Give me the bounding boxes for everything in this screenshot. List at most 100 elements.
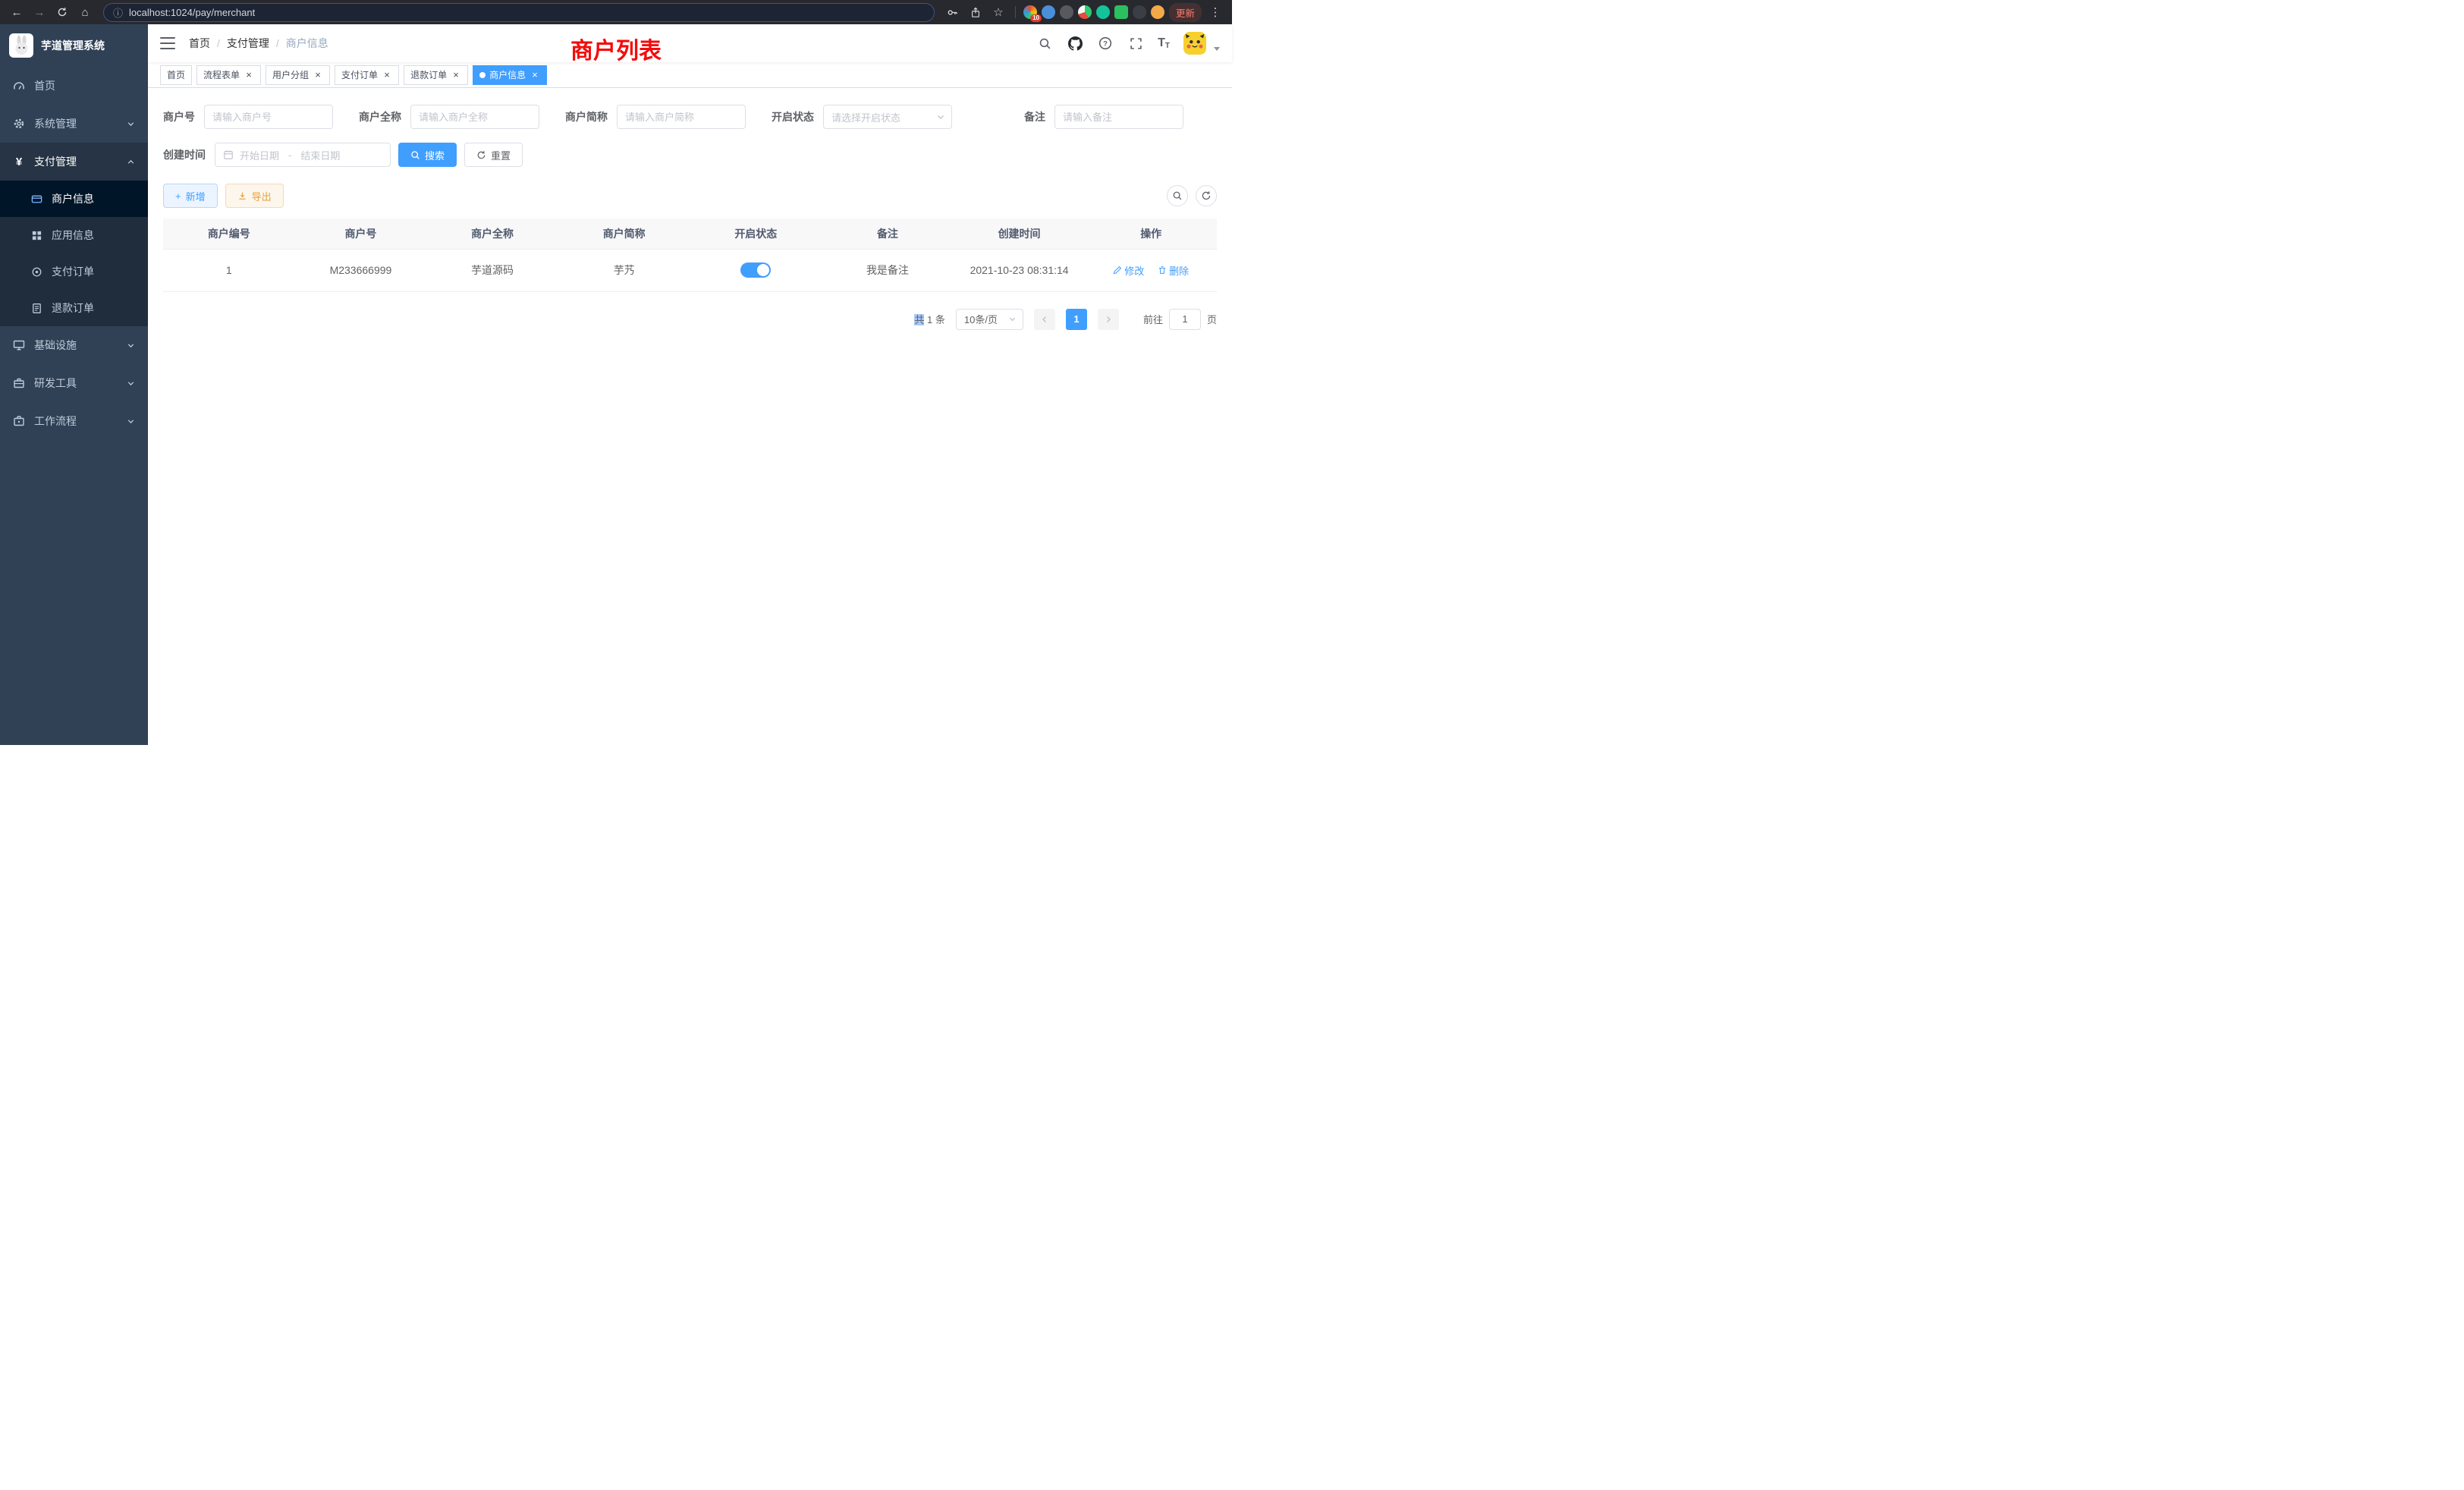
tab-pay-order[interactable]: 支付订单 × [335, 65, 399, 85]
sidebar-item-infra[interactable]: 基础设施 [0, 326, 148, 364]
hide-search-icon-button[interactable] [1167, 185, 1188, 206]
breadcrumb-pay[interactable]: 支付管理 [227, 36, 269, 51]
tab-merchant-info[interactable]: 商户信息 × [473, 65, 547, 85]
extension-icon[interactable] [1114, 5, 1128, 19]
briefcase-icon [13, 415, 25, 427]
browser-update-button[interactable]: 更新 [1169, 3, 1202, 22]
cell-merchant-id: 1 [163, 249, 295, 291]
font-size-big: T [1158, 36, 1165, 50]
remark-input[interactable] [1054, 105, 1183, 129]
extension-icon[interactable]: 10 [1023, 5, 1037, 19]
reset-button[interactable]: 重置 [464, 143, 523, 167]
pagination-total: 共 1 条 [914, 312, 945, 326]
prev-page-button[interactable] [1034, 309, 1055, 330]
sidebar-item-workflow[interactable]: 工作流程 [0, 402, 148, 440]
short-name-input[interactable] [617, 105, 746, 129]
filter-row-1: 商户号 商户全称 商户简称 开启状态 请选择开启状态 备注 [163, 105, 1217, 129]
sidebar-item-merchant-info[interactable]: 商户信息 [0, 181, 148, 217]
table-row: 1 M233666999 芋道源码 芋艿 我是备注 2021-10-23 08:… [163, 249, 1217, 291]
sidebar-item-app-info[interactable]: 应用信息 [0, 217, 148, 253]
status-toggle[interactable] [740, 262, 771, 278]
close-icon[interactable]: × [313, 70, 323, 80]
page-size-value: 10条/页 [964, 312, 998, 326]
tab-process-form[interactable]: 流程表单 × [196, 65, 261, 85]
bookmark-star-icon[interactable]: ☆ [989, 3, 1007, 21]
pagination: 共 1 条 10条/页 1 前往 页 [163, 309, 1217, 330]
filter-label: 商户简称 [565, 109, 608, 124]
share-icon[interactable] [966, 3, 985, 21]
cell-short-name: 芋艿 [558, 249, 690, 291]
extension-icon[interactable] [1096, 5, 1110, 19]
password-key-icon[interactable] [944, 3, 962, 21]
close-icon[interactable]: × [451, 70, 461, 80]
delete-link[interactable]: 删除 [1158, 263, 1189, 278]
date-range-picker[interactable]: 开始日期 - 结束日期 [215, 143, 391, 167]
sidebar-item-label: 退款订单 [52, 300, 94, 316]
tab-refund-order[interactable]: 退款订单 × [404, 65, 468, 85]
search-icon[interactable] [1036, 35, 1053, 52]
sidebar-item-label: 研发工具 [34, 376, 77, 391]
reload-icon[interactable] [53, 3, 71, 21]
breadcrumb-current: 商户信息 [286, 36, 328, 51]
search-button[interactable]: 搜索 [398, 143, 457, 167]
back-icon[interactable]: ← [8, 3, 26, 21]
svg-text:?: ? [1103, 39, 1108, 48]
close-icon[interactable]: × [530, 70, 540, 80]
sidebar-item-pay[interactable]: ¥ 支付管理 [0, 143, 148, 181]
pagination-goto: 前往 页 [1143, 309, 1217, 330]
app-logo[interactable]: 芋道管理系统 [0, 24, 148, 67]
tab-label: 流程表单 [203, 68, 240, 81]
status-select[interactable]: 请选择开启状态 [823, 105, 952, 129]
sidebar-item-dev-tools[interactable]: 研发工具 [0, 364, 148, 402]
sidebar-item-system[interactable]: 系统管理 [0, 105, 148, 143]
merchant-no-input[interactable] [204, 105, 333, 129]
page-size-select[interactable]: 10条/页 [956, 309, 1023, 330]
tab-label: 退款订单 [410, 68, 447, 81]
home-icon[interactable]: ⌂ [76, 3, 94, 21]
tab-user-group[interactable]: 用户分组 × [266, 65, 330, 85]
reset-button-label: 重置 [491, 148, 511, 162]
fullscreen-icon[interactable] [1127, 35, 1144, 52]
page-number-1[interactable]: 1 [1066, 309, 1087, 330]
forward-icon[interactable]: → [30, 3, 49, 21]
site-info-icon[interactable]: ⓘ [113, 5, 123, 20]
extension-icon[interactable] [1060, 5, 1073, 19]
font-size-icon[interactable]: TT [1158, 36, 1170, 50]
extension-icon[interactable] [1133, 5, 1146, 19]
full-name-input[interactable] [410, 105, 539, 129]
cell-full-name: 芋道源码 [426, 249, 558, 291]
col-full-name: 商户全称 [426, 218, 558, 249]
user-avatar[interactable] [1183, 32, 1206, 55]
close-icon[interactable]: × [382, 70, 392, 80]
next-page-button[interactable] [1098, 309, 1119, 330]
sidebar-toggle-icon[interactable] [160, 37, 175, 49]
goto-page-input[interactable] [1169, 309, 1201, 330]
main-content: 商户号 商户全称 商户简称 开启状态 请选择开启状态 备注 创 [148, 88, 1232, 745]
extension-icon[interactable] [1042, 5, 1055, 19]
url-bar[interactable]: ⓘ localhost:1024/pay/merchant [103, 3, 935, 22]
export-button[interactable]: 导出 [225, 184, 284, 208]
sidebar-item-pay-order[interactable]: 支付订单 [0, 253, 148, 290]
close-icon[interactable]: × [244, 70, 254, 80]
extension-icon[interactable] [1151, 5, 1164, 19]
sidebar-item-refund-order[interactable]: 退款订单 [0, 290, 148, 326]
col-remark: 备注 [822, 218, 954, 249]
refresh-icon-button[interactable] [1196, 185, 1217, 206]
tab-home[interactable]: 首页 [160, 65, 192, 85]
toggle-knob [757, 264, 769, 276]
sidebar-item-label: 应用信息 [52, 228, 94, 243]
filter-row-2: 创建时间 开始日期 - 结束日期 搜索 重置 [163, 143, 1217, 167]
breadcrumb-home[interactable]: 首页 [189, 36, 210, 51]
chevron-down-icon [127, 417, 135, 426]
help-question-icon[interactable]: ? [1097, 35, 1114, 52]
extension-icon[interactable] [1078, 5, 1092, 19]
add-button[interactable]: + 新增 [163, 184, 218, 208]
browser-menu-kebab-icon[interactable]: ⋮ [1206, 3, 1224, 21]
caret-down-icon[interactable] [1214, 47, 1220, 51]
filter-label: 备注 [1024, 109, 1045, 124]
edit-link[interactable]: 修改 [1113, 263, 1144, 278]
github-icon[interactable] [1067, 35, 1083, 52]
sidebar-item-home[interactable]: 首页 [0, 67, 148, 105]
active-tab-dot [479, 72, 486, 78]
filter-short-name: 商户简称 [565, 105, 746, 129]
